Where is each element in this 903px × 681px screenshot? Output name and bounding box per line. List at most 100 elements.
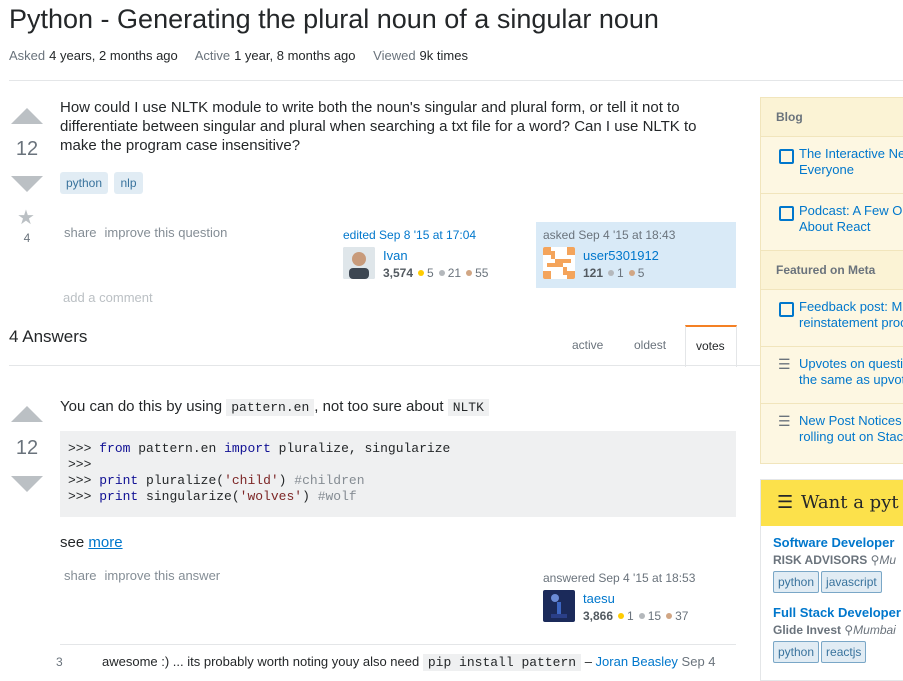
question-tags: python nlp (60, 172, 143, 194)
chat-bubble-icon (779, 206, 794, 221)
code-text: ) (278, 473, 295, 488)
comment-user[interactable]: Joran Beasley (596, 654, 678, 669)
meta-item-3-line-2[interactable]: rolling out on Stac (799, 429, 903, 445)
job-tag[interactable]: python (773, 641, 820, 663)
share-question-link[interactable]: share (64, 225, 97, 240)
jobs-heading-text[interactable]: Want a pyt (801, 492, 899, 513)
code-text: pattern.en (130, 441, 225, 456)
jobs-heading[interactable]: ☰ Want a pyt (761, 480, 903, 526)
code-prompt: >>> (68, 489, 100, 504)
answer-menu: share improve this answer (64, 568, 228, 583)
bronze-count: 55 (475, 266, 489, 280)
blog-item-1-line-1[interactable]: The Interactive Ne (799, 146, 903, 162)
editor-rep-score: 3,574 (383, 266, 414, 280)
location-pin-icon: ⚲ (844, 623, 854, 637)
gold-count: 5 (427, 266, 434, 280)
job-title[interactable]: Full Stack Developer (773, 605, 903, 620)
job-item-1[interactable]: Software Developer RISK ADVISORS ⚲Mu pyt… (761, 526, 903, 593)
meta-item-2-line-2[interactable]: the same as upvot (799, 372, 903, 388)
stack-logo-icon: ☰ (778, 356, 791, 372)
editor-avatar[interactable] (343, 247, 375, 279)
silver-count: 1 (617, 266, 624, 280)
job-tag[interactable]: reactjs (821, 641, 867, 663)
code-block: >>> from pattern.en import pluralize, si… (60, 431, 736, 517)
comment: awesome :) ... its probably worth noting… (102, 654, 716, 671)
page-title[interactable]: Python - Generating the plural noun of a… (9, 4, 659, 35)
favorite-star-icon[interactable]: ★ (17, 205, 35, 230)
active-value[interactable]: 1 year, 8 months ago (234, 48, 355, 63)
job-tags: python javascript (773, 571, 903, 593)
editor-reputation: 3,574 5 21 55 (383, 266, 488, 280)
meta-item-2[interactable]: ☰ Upvotes on questi the same as upvot (761, 347, 903, 404)
comment-date: Sep 4 (677, 654, 716, 669)
blog-item-2-line-1[interactable]: Podcast: A Few O (799, 203, 903, 219)
blog-item-1-line-2[interactable]: Everyone (799, 162, 903, 178)
blog-item-2-line-2[interactable]: About React (799, 219, 903, 235)
job-company: RISK ADVISORS (773, 553, 868, 567)
meta-item-1-line-1[interactable]: Feedback post: M (799, 299, 903, 315)
asked-label: Asked (9, 48, 46, 63)
upvote-question-button[interactable] (11, 108, 43, 124)
comment-divider (60, 644, 736, 645)
improve-question-link[interactable]: improve this question (105, 225, 228, 240)
blog-item-2[interactable]: Podcast: A Few O About React (761, 194, 903, 251)
edited-time[interactable]: edited Sep 8 '15 at 17:04 (343, 228, 476, 242)
downvote-question-button[interactable] (11, 176, 43, 192)
meta-heading: Featured on Meta (761, 251, 903, 290)
question-body: How could I use NLTK module to write bot… (60, 99, 697, 154)
tag-python[interactable]: python (60, 172, 109, 194)
answerer-avatar[interactable] (543, 590, 575, 622)
chat-bubble-icon (779, 149, 794, 164)
upvote-answer-button[interactable] (11, 406, 43, 422)
tab-oldest[interactable]: oldest (634, 338, 666, 352)
asker-avatar[interactable] (543, 247, 575, 279)
add-comment-link[interactable]: add a comment (63, 290, 153, 305)
answerer-reputation: 3,866 1 15 37 (583, 609, 688, 623)
see-more: see more (60, 533, 123, 552)
code-prompt: >>> (68, 457, 92, 472)
improve-answer-link[interactable]: improve this answer (105, 568, 221, 583)
meta-item-1-line-2[interactable]: reinstatement proc (799, 315, 903, 331)
gold-count: 1 (627, 609, 634, 623)
editor-name[interactable]: Ivan (383, 248, 408, 263)
silver-badge-icon (638, 613, 645, 619)
code-keyword: print (99, 473, 139, 488)
tab-votes-label[interactable]: votes (696, 339, 725, 353)
more-link[interactable]: more (88, 534, 122, 551)
downvote-answer-button[interactable] (11, 476, 43, 492)
jobs-widget: ☰ Want a pyt Software Developer RISK ADV… (760, 479, 903, 681)
asker-rep-score: 121 (583, 266, 604, 280)
code-text: ) (302, 489, 318, 504)
silver-count: 15 (647, 609, 662, 623)
tag-nlp[interactable]: nlp (114, 172, 143, 194)
code-comment: #wolf (317, 489, 357, 504)
share-answer-link[interactable]: share (64, 568, 97, 583)
code-keyword: print (99, 489, 139, 504)
job-company: Glide Invest (773, 623, 842, 637)
bronze-badge-icon (628, 270, 635, 276)
meta-item-1[interactable]: Feedback post: M reinstatement proc (761, 290, 903, 347)
job-title[interactable]: Software Developer (773, 535, 903, 550)
answerer-name[interactable]: taesu (583, 591, 615, 606)
answers-count: 4 Answers (9, 327, 88, 346)
code-string: 'child' (224, 473, 279, 488)
silver-badge-icon (608, 270, 615, 276)
job-tag[interactable]: javascript (821, 571, 882, 593)
job-item-2[interactable]: Full Stack Developer Glide Invest ⚲Mumba… (761, 593, 903, 663)
silver-badge-icon (438, 270, 445, 276)
asker-name[interactable]: user5301912 (583, 248, 659, 263)
inline-code: pattern.en (226, 399, 315, 416)
tab-votes[interactable]: votes (685, 325, 737, 367)
tab-active[interactable]: active (572, 338, 603, 352)
blog-item-1[interactable]: The Interactive Ne Everyone (761, 137, 903, 194)
meta-item-3[interactable]: ☰ New Post Notices rolling out on Stac (761, 404, 903, 460)
meta-item-2-line-1[interactable]: Upvotes on questi (799, 356, 903, 372)
answer-intro: You can do this by using pattern.en, not… (60, 397, 489, 417)
job-tag[interactable]: python (773, 571, 820, 593)
answer-score: 12 (15, 437, 39, 459)
blog-heading: Blog (761, 98, 903, 137)
meta-item-3-line-1[interactable]: New Post Notices (799, 413, 903, 429)
bronze-count: 5 (637, 266, 645, 280)
code-prompt: >>> (68, 473, 100, 488)
answered-time[interactable]: answered Sep 4 '15 at 18:53 (543, 571, 695, 585)
